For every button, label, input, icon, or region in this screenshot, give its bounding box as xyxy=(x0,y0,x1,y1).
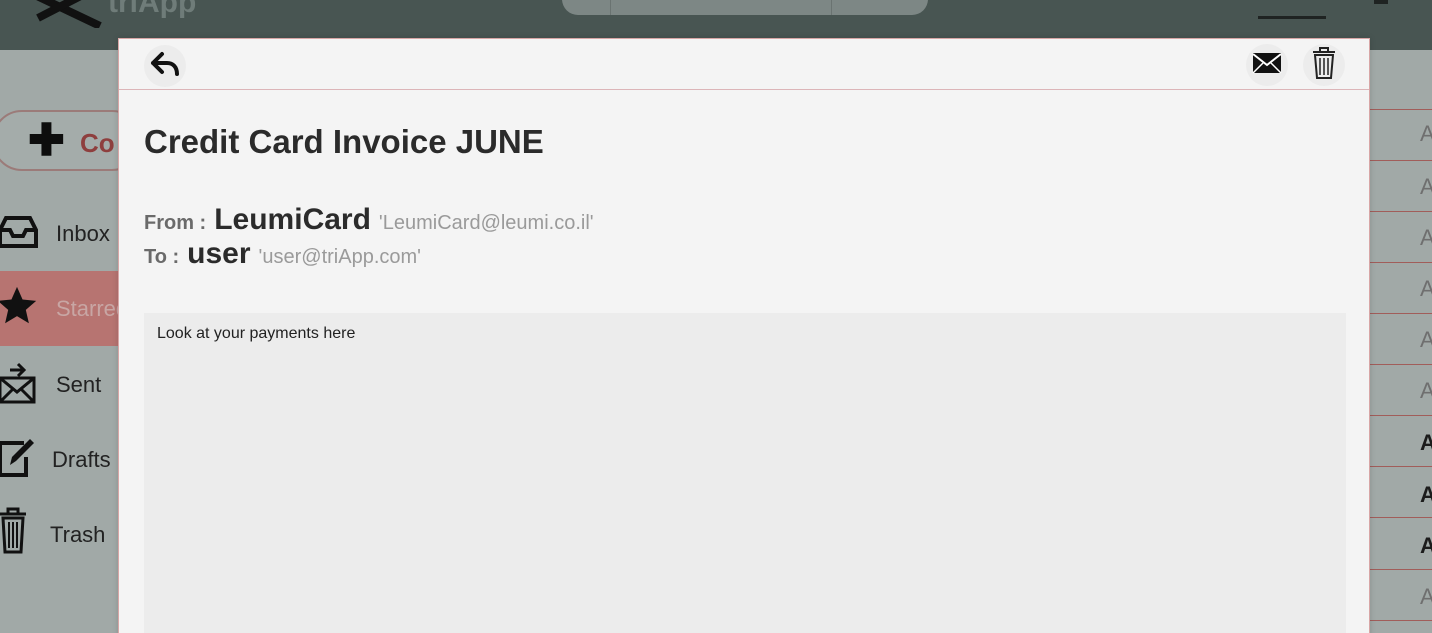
list-divider xyxy=(1368,517,1432,518)
list-item[interactable]: A xyxy=(1420,327,1432,353)
list-divider xyxy=(1368,569,1432,570)
list-divider xyxy=(1368,160,1432,161)
sidebar-item-starred[interactable]: Starred xyxy=(0,271,128,346)
sidebar-item-inbox[interactable]: Inbox xyxy=(0,196,118,271)
reply-icon xyxy=(150,50,180,83)
sender-name: LeumiCard xyxy=(214,203,371,236)
list-item[interactable]: A xyxy=(1420,276,1432,302)
account-icon[interactable] xyxy=(1374,0,1388,4)
list-divider xyxy=(1368,262,1432,263)
sidebar-item-label: Drafts xyxy=(52,447,111,472)
list-item[interactable]: A xyxy=(1420,584,1432,610)
plus-icon: ✚ xyxy=(28,116,65,165)
list-item[interactable]: A xyxy=(1420,174,1432,200)
list-divider xyxy=(1368,415,1432,416)
menu-icon[interactable] xyxy=(1258,16,1326,19)
list-item[interactable]: A xyxy=(1420,482,1432,508)
list-divider xyxy=(1368,313,1432,314)
email-subject: Credit Card Invoice JUNE xyxy=(144,123,544,160)
sidebar-item-drafts[interactable]: Drafts xyxy=(0,421,118,496)
to-label: To : xyxy=(144,246,180,268)
list-item[interactable]: A xyxy=(1420,121,1432,147)
email-to-row: To : user 'user@triApp.com' xyxy=(144,237,421,271)
compose-label: Co xyxy=(80,128,115,158)
search-bar[interactable] xyxy=(562,0,928,15)
email-from-row: From : LeumiCard 'LeumiCard@leumi.co.il' xyxy=(144,203,594,237)
search-divider xyxy=(610,0,611,15)
list-divider xyxy=(1368,364,1432,365)
list-divider xyxy=(1368,620,1432,621)
sidebar-item-trash[interactable]: Trash xyxy=(0,496,118,571)
drafts-icon xyxy=(0,431,38,486)
list-divider xyxy=(1368,211,1432,212)
sent-icon xyxy=(0,358,38,411)
app-logo-text: triApp xyxy=(108,0,197,19)
search-divider xyxy=(831,0,832,15)
delete-button[interactable] xyxy=(1303,44,1345,86)
recipient-address: 'user@triApp.com' xyxy=(258,246,421,268)
list-divider xyxy=(1368,466,1432,467)
inbox-icon xyxy=(0,212,38,257)
from-label: From : xyxy=(144,212,207,234)
email-viewer-modal: Credit Card Invoice JUNE From : LeumiCar… xyxy=(118,38,1370,633)
reply-button[interactable] xyxy=(144,45,186,87)
sender-address: 'LeumiCard@leumi.co.il' xyxy=(378,212,594,234)
list-item[interactable]: A xyxy=(1420,533,1432,559)
list-divider xyxy=(1368,109,1432,110)
email-toolbar xyxy=(119,39,1369,90)
sidebar-item-label: Trash xyxy=(50,522,106,547)
list-item[interactable]: A xyxy=(1420,378,1432,404)
sidebar-item-sent[interactable]: Sent xyxy=(0,346,118,421)
logo-icon xyxy=(8,0,108,33)
list-item[interactable]: A xyxy=(1420,225,1432,251)
email-body-text: Look at your payments here xyxy=(157,325,356,342)
sidebar-item-label: Inbox xyxy=(56,221,110,246)
email-body: Look at your payments here xyxy=(144,313,1346,633)
recipient-name: user xyxy=(187,237,251,270)
mark-unread-button[interactable] xyxy=(1246,44,1288,86)
star-icon xyxy=(0,283,40,334)
envelope-icon xyxy=(1252,52,1282,79)
trash-icon xyxy=(0,504,30,561)
sidebar-item-label: Sent xyxy=(56,372,102,397)
list-item[interactable]: A xyxy=(1420,430,1432,456)
trash-icon xyxy=(1311,46,1337,85)
